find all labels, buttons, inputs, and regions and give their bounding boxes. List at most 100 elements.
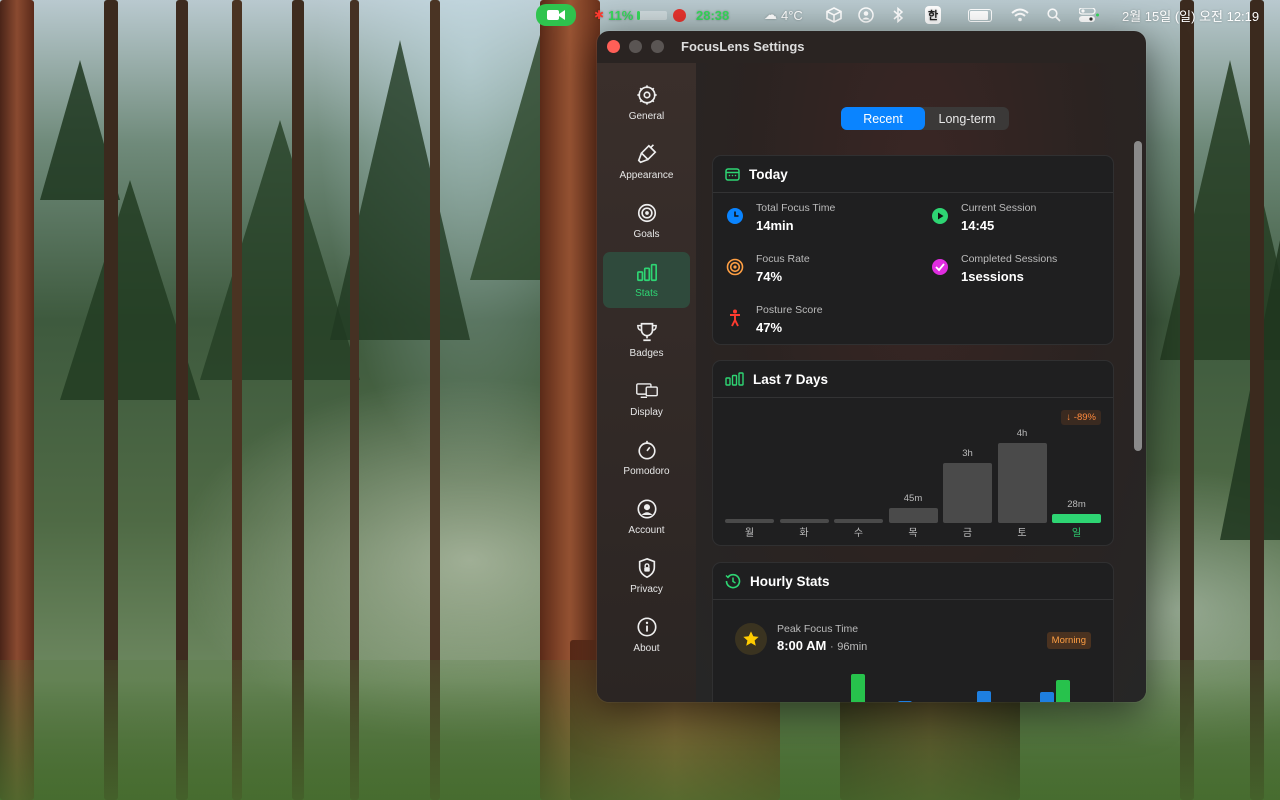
week-day-label: 화 [799, 528, 809, 539]
box-icon[interactable] [826, 0, 842, 30]
trophy-icon [636, 322, 657, 342]
hour-bar-20 [1040, 692, 1054, 702]
hour-bar-11 [898, 700, 913, 702]
close-button[interactable] [607, 40, 620, 53]
week-day-label: 토 [1017, 528, 1027, 539]
wifi-icon[interactable] [1011, 0, 1029, 30]
cloud-moon-icon: ☁ [764, 7, 777, 22]
input-source[interactable]: 한 [925, 0, 942, 30]
title-bar[interactable]: FocusLens Settings [597, 31, 1146, 63]
pomodoro-timer: 28:38 [696, 7, 730, 23]
week-bar-0 [725, 519, 774, 523]
posture-score-value: 47% [756, 320, 783, 335]
main-content[interactable]: Recent Long-term Today Total Focus Time 1… [696, 63, 1146, 702]
week-day-label: 월 [744, 528, 755, 539]
sidebar-item-badges[interactable]: Badges [603, 312, 690, 368]
sidebar-item-pomodoro[interactable]: Pomodoro [603, 430, 690, 486]
sidebar-item-label: Privacy [630, 584, 663, 595]
info-icon [636, 617, 657, 637]
progress-mini-bar [637, 10, 668, 20]
person-standing-icon [730, 309, 740, 327]
sidebar-item-about[interactable]: About [603, 607, 690, 663]
sidebar-item-label: Goals [633, 229, 660, 240]
week-bar-6 [1052, 513, 1101, 523]
sidebar-item-label: About [633, 643, 660, 654]
last-7-days-title: Last 7 Days [753, 371, 829, 387]
battery-icon[interactable] [968, 0, 992, 30]
weather-status[interactable]: ☁ 4°C [764, 0, 803, 30]
week-day-label: 일 [1071, 528, 1082, 539]
total-focus-value: 14min [756, 218, 794, 233]
peak-focus-label: Peak Focus Time [777, 623, 859, 635]
paintbrush-icon [637, 144, 656, 164]
sidebar-item-label: Appearance [619, 170, 674, 181]
gear-icon [636, 85, 657, 105]
chart-bars-icon [636, 263, 657, 282]
week-bar-4 [943, 463, 992, 523]
scrollbar[interactable] [1134, 141, 1142, 451]
weekly-bar-chart: ↓ -89% 월 화 수 45m 목 3h 금 4h 토 28m 일 [713, 398, 1113, 545]
posture-score-stat: Posture Score 47% [726, 304, 823, 335]
user-circle-icon[interactable] [858, 0, 874, 30]
settings-window: FocusLens Settings General Appearance Go… [597, 31, 1146, 702]
total-focus-label: Total Focus Time [756, 202, 836, 214]
sidebar-item-display[interactable]: Display [603, 371, 690, 427]
posture-score-label: Posture Score [756, 304, 823, 316]
trend-badge: ↓ -89% [1061, 410, 1101, 425]
bluetooth-icon[interactable] [892, 0, 904, 30]
tab-long-term[interactable]: Long-term [925, 107, 1009, 130]
star-icon [743, 631, 759, 646]
time-of-day-badge: Morning [1046, 632, 1091, 649]
sidebar-item-privacy[interactable]: Privacy [603, 548, 690, 604]
target-orange-icon [726, 258, 744, 276]
peak-star-badge [735, 623, 767, 655]
peak-focus-info: Peak Focus Time 8:00 AM · 96min [777, 623, 867, 653]
hour-bar-16 [977, 691, 991, 702]
record-status[interactable]: ✱ 11% [594, 0, 668, 30]
sidebar-item-general[interactable]: General [603, 75, 690, 131]
weather-temp: 4°C [781, 7, 803, 23]
completed-sessions-value: 1sessions [961, 269, 1024, 284]
zoom-button[interactable] [651, 40, 664, 53]
peak-focus-minutes: 96min [837, 641, 868, 653]
last-7-days-card: Last 7 Days ↓ -89% 월 화 수 45m 목 3h 금 4h 토 28m 일 [712, 360, 1114, 546]
facetime-status-icon[interactable] [536, 4, 576, 26]
hourly-stats-title: Hourly Stats [750, 573, 830, 589]
week-bar-3 [888, 508, 938, 523]
clock-icon [727, 208, 743, 224]
spotlight-search-icon[interactable] [1047, 0, 1061, 30]
sidebar-item-goals[interactable]: Goals [603, 193, 690, 249]
sidebar: General Appearance Goals Stats Badges Di… [597, 63, 696, 702]
sidebar-item-account[interactable]: Account [603, 489, 690, 545]
peak-separator: · [830, 641, 834, 653]
pomodoro-status[interactable]: 28:38 [673, 0, 729, 30]
range-segmented-control[interactable]: Recent Long-term [841, 107, 1009, 130]
week-bar-value-label: 4h [1016, 428, 1028, 439]
play-circle-icon [932, 208, 948, 224]
week-bar-5 [997, 443, 1047, 523]
menubar-clock[interactable]: 2월 15일 (일) 오전 12:19 [1122, 0, 1259, 30]
week-bar-value-label: 45m [903, 493, 923, 504]
sidebar-item-label: Pomodoro [623, 466, 670, 477]
calendar-icon [725, 168, 740, 181]
week-day-label: 목 [908, 528, 918, 539]
sidebar-item-label: Badges [629, 348, 664, 359]
hourly-bar-chart: 061218 [725, 670, 1105, 702]
peak-focus-time: 8:00 AM [777, 638, 827, 653]
tab-recent[interactable]: Recent [841, 107, 925, 130]
display-icon [635, 383, 658, 398]
sidebar-item-label: Stats [635, 288, 658, 299]
minimize-button[interactable] [629, 40, 642, 53]
total-focus-stat: Total Focus Time 14min [726, 202, 835, 233]
hourly-stats-card: Hourly Stats Peak Focus Time 8:00 AM · 9… [712, 562, 1114, 702]
sidebar-item-stats[interactable]: Stats [603, 252, 690, 308]
input-language-indicator: 한 [925, 6, 942, 24]
chart-bars-green-icon [725, 372, 744, 386]
week-bar-2 [834, 519, 883, 523]
focus-rate-label: Focus Rate [756, 253, 810, 265]
today-card: Today Total Focus Time 14min Current Sess… [712, 155, 1114, 345]
hour-bar-21 [1055, 679, 1070, 702]
current-session-value: 14:45 [961, 218, 995, 233]
sidebar-item-appearance[interactable]: Appearance [603, 134, 690, 190]
control-center-icon[interactable] [1079, 0, 1099, 30]
